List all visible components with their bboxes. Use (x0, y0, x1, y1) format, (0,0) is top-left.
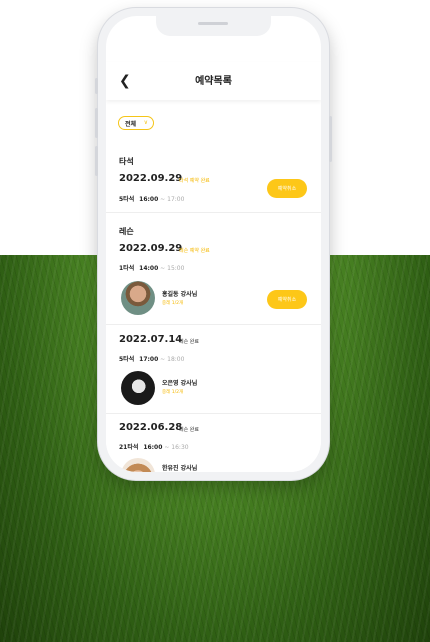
status-badge: 타석 예약 완료 (179, 178, 210, 184)
status-badge: 레슨 완료 (179, 339, 199, 345)
reservation-date: 2022.09.29 (119, 243, 183, 254)
time-separator: ~ (160, 356, 166, 363)
status-badge: 레슨 완료 (179, 427, 199, 433)
end-time: 15:00 (167, 265, 185, 272)
chevron-down-icon: ∨ (143, 119, 148, 126)
phone-power-button (329, 116, 332, 162)
reservation-item: 2022.06.28 레슨 완료 21타석 16:00 ~ 16:30 한유진 … (106, 414, 321, 472)
avatar (121, 371, 155, 405)
reservation-item: 2022.07.14 레슨 완료 5타석 17:00 ~ 18:00 오은영 강… (106, 325, 321, 413)
lesson-level: 중레 1/2개 (162, 390, 184, 395)
category-title: 타석 (119, 157, 134, 166)
bay-label: 5타석 (119, 356, 135, 363)
start-time: 16:00 (139, 196, 159, 203)
phone-screen: ❮ 예약목록 전체 ∨ 타석 2022.09.29 타석 예약 완료 5타석 1… (106, 16, 321, 472)
cancel-reservation-button[interactable]: 예약취소 (267, 179, 307, 198)
reservation-date: 2022.07.14 (119, 334, 183, 345)
phone-volume-up (95, 108, 98, 138)
phone-mockup: ❮ 예약목록 전체 ∨ 타석 2022.09.29 타석 예약 완료 5타석 1… (95, 8, 332, 480)
bay-label: 5타석 (119, 196, 135, 203)
time-separator: ~ (160, 196, 166, 203)
time-row: 21타석 16:00 ~ 16:30 (119, 442, 189, 451)
start-time: 16:00 (143, 444, 163, 451)
app-header: ❮ 예약목록 (106, 62, 321, 100)
reservation-item: 타석 2022.09.29 타석 예약 완료 5타석 16:00 ~ 17:00… (106, 142, 321, 212)
phone-side-button (95, 78, 98, 94)
time-row: 5타석 17:00 ~ 18:00 (119, 354, 184, 363)
reservation-date: 2022.09.29 (119, 173, 183, 184)
bay-label: 21타석 (119, 444, 139, 451)
reservation-item: 레슨 2022.09.29 레슨 예약 완료 1타석 14:00 ~ 15:00… (106, 213, 321, 324)
start-time: 17:00 (139, 356, 159, 363)
time-separator: ~ (160, 265, 166, 272)
filter-label: 전체 (125, 120, 137, 128)
reservation-date: 2022.06.28 (119, 422, 183, 433)
end-time: 18:00 (167, 356, 185, 363)
phone-speaker (198, 22, 228, 25)
coach-name: 홍길동 강사님 (162, 291, 198, 298)
avatar (121, 281, 155, 315)
phone-volume-down (95, 146, 98, 176)
category-title: 레슨 (119, 227, 134, 236)
time-row: 1타석 14:00 ~ 15:00 (119, 263, 184, 272)
cancel-reservation-button[interactable]: 예약취소 (267, 290, 307, 309)
end-time: 16:30 (171, 444, 189, 451)
bay-label: 1타석 (119, 265, 135, 272)
coach-name: 오은영 강사님 (162, 380, 198, 387)
time-separator: ~ (164, 444, 170, 451)
start-time: 14:00 (139, 265, 159, 272)
phone-notch (156, 16, 271, 36)
end-time: 17:00 (167, 196, 185, 203)
avatar (121, 458, 155, 472)
page-title: 예약목록 (195, 76, 232, 87)
filter-dropdown[interactable]: 전체 ∨ (118, 116, 154, 130)
coach-name: 한유진 강사님 (162, 465, 198, 472)
lesson-level: 중레 1/2개 (162, 301, 184, 306)
status-badge: 레슨 예약 완료 (179, 248, 210, 254)
time-row: 5타석 16:00 ~ 17:00 (119, 194, 184, 203)
